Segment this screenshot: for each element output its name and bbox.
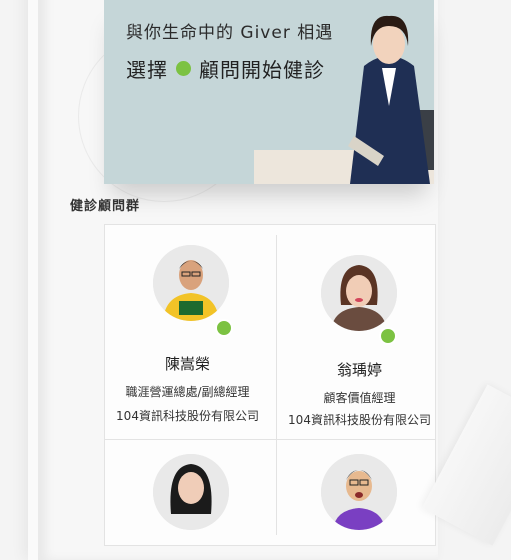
consultant-card[interactable]	[277, 440, 442, 550]
consultant-card[interactable]: 翁瑀婷 顧客價值經理 104資訊科技股份有限公司	[277, 225, 442, 439]
consultant-title: 顧客價值經理	[323, 391, 396, 405]
consultant-title: 職涯營運總處/副總經理	[125, 385, 250, 399]
online-status-dot	[215, 319, 233, 337]
promo-banner[interactable]: 與你生命中的 Giver 相遇 選擇 顧問開始健診	[104, 0, 434, 184]
consultant-name: 陳嵩榮	[164, 355, 210, 373]
consultant-name: 翁瑀婷	[336, 361, 382, 379]
avatar	[321, 255, 397, 331]
banner-subheadline: 選擇 顧問開始健診	[126, 54, 325, 83]
consultant-company: 104資訊科技股份有限公司	[116, 409, 259, 423]
consultant-company: 104資訊科技股份有限公司	[288, 413, 431, 427]
banner-sub-before: 選擇	[126, 58, 168, 82]
consultant-card[interactable]: 陳嵩榮 職涯營運總處/副總經理 104資訊科技股份有限公司	[105, 225, 270, 439]
avatar-image	[153, 454, 229, 530]
avatar-image	[321, 454, 397, 530]
avatar	[153, 245, 229, 321]
green-dot-icon	[176, 61, 191, 76]
avatar	[153, 454, 229, 530]
consultant-grid: 陳嵩榮 職涯營運總處/副總經理 104資訊科技股份有限公司 翁瑀婷 顧客價值經理…	[104, 224, 436, 546]
banner-sub-after: 顧問開始健診	[199, 58, 325, 82]
banner-headline: 與你生命中的 Giver 相遇	[126, 23, 334, 43]
avatar-image	[153, 245, 229, 321]
consultant-card[interactable]	[105, 440, 270, 550]
avatar	[321, 454, 397, 530]
avatar-image	[321, 255, 397, 331]
online-status-dot	[379, 327, 397, 345]
banner-woman-image	[348, 15, 430, 184]
section-title: 健診顧問群	[70, 199, 141, 214]
